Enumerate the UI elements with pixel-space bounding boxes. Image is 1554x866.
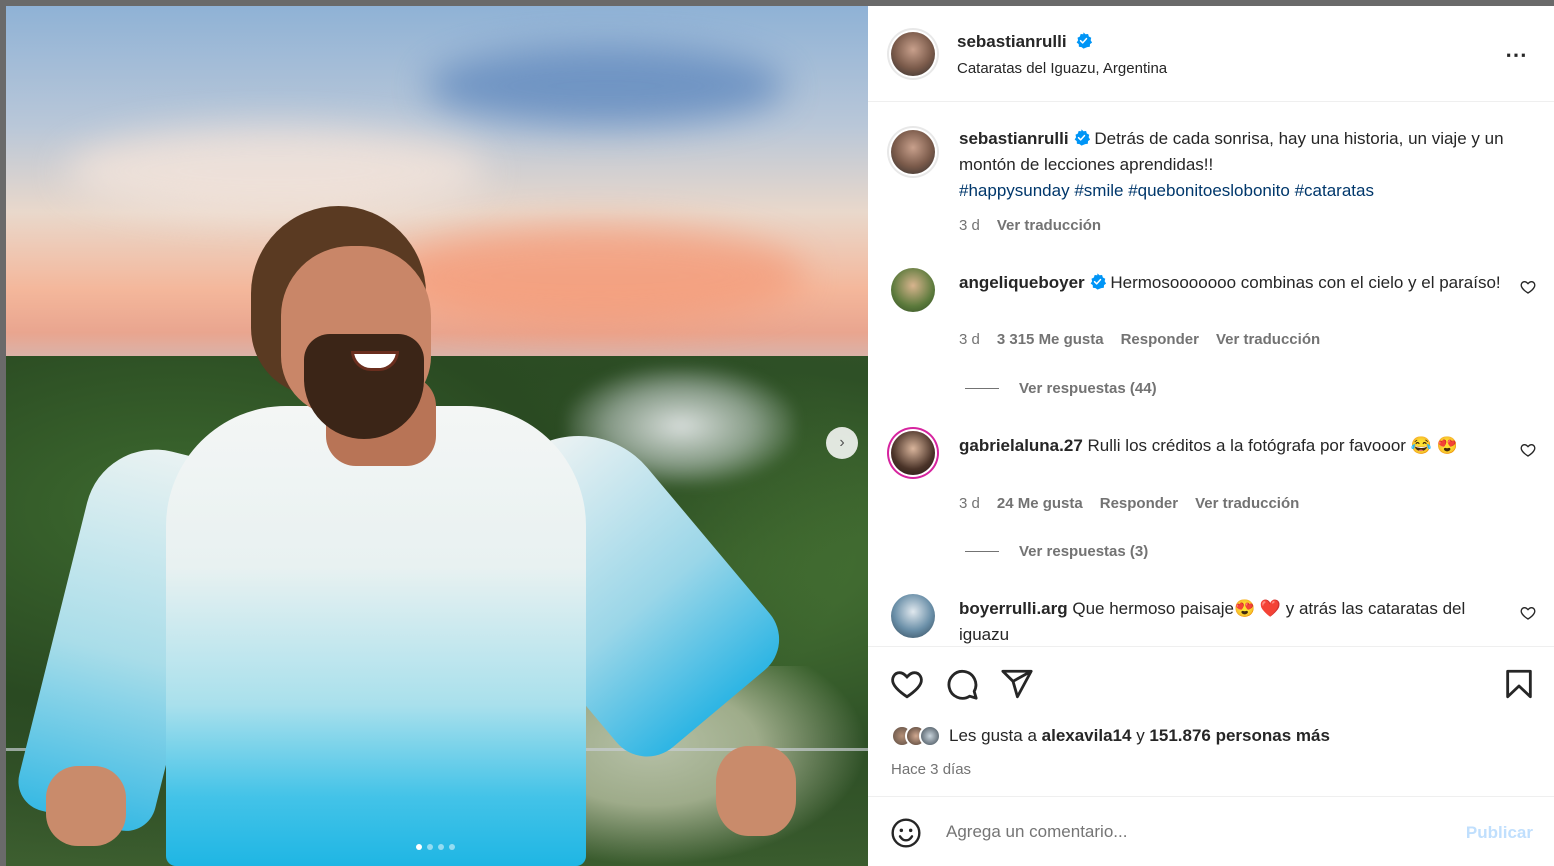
comment-meta: 3 d 24 Me gusta Responder Ver traducción bbox=[959, 495, 1299, 512]
heart-icon[interactable] bbox=[1520, 279, 1536, 295]
hashtag-link[interactable]: #smile bbox=[1074, 181, 1123, 200]
comment-age: 3 d bbox=[959, 495, 980, 512]
likes-summary[interactable]: Les gusta a alexavila14 y 151.876 person… bbox=[891, 725, 1330, 747]
post-header: sebastianrulli Cataratas del Iguazu, Arg… bbox=[868, 6, 1554, 102]
carousel-dot bbox=[416, 844, 422, 850]
verified-badge-icon bbox=[1090, 273, 1106, 290]
comment-username[interactable]: angeliqueboyer bbox=[959, 273, 1085, 292]
view-replies-label: Ver respuestas (3) bbox=[1019, 543, 1149, 560]
reply-link[interactable]: Responder bbox=[1100, 495, 1178, 512]
translate-link[interactable]: Ver traducción bbox=[1195, 495, 1299, 512]
post-date[interactable]: Hace 3 días bbox=[891, 761, 971, 778]
comment-age: 3 d bbox=[959, 331, 980, 348]
person-figure bbox=[12, 206, 806, 866]
comment-text: angeliqueboyer Hermosooooooo combinas co… bbox=[959, 270, 1504, 296]
replies-divider bbox=[965, 551, 999, 552]
likes-count-link[interactable]: 151.876 personas más bbox=[1149, 726, 1330, 746]
comment-meta: 3 d 3 315 Me gusta Responder Ver traducc… bbox=[959, 331, 1320, 348]
heart-icon[interactable] bbox=[1520, 605, 1536, 621]
post-location[interactable]: Cataratas del Iguazu, Argentina bbox=[957, 60, 1167, 77]
author-username[interactable]: sebastianrulli bbox=[957, 32, 1067, 51]
comment-likes-link[interactable]: 24 Me gusta bbox=[997, 495, 1083, 512]
liker-avatar bbox=[919, 725, 941, 747]
hashtag-link[interactable]: #cataratas bbox=[1295, 181, 1374, 200]
comment-body: Rulli los créditos a la fotógrafa por fa… bbox=[1087, 436, 1458, 455]
caption-username[interactable]: sebastianrulli bbox=[959, 129, 1069, 148]
view-replies-button[interactable]: Ver respuestas (3) bbox=[965, 543, 1148, 560]
carousel-dot bbox=[449, 844, 455, 850]
share-paper-plane-icon[interactable] bbox=[1000, 667, 1034, 701]
comment-text: boyerrulli.arg Que hermoso paisaje😍 ❤️ y… bbox=[959, 596, 1504, 648]
commenter-avatar[interactable] bbox=[891, 431, 935, 475]
author-line: sebastianrulli bbox=[957, 32, 1093, 52]
comments-list[interactable]: sebastianrulli Detrás de cada sonrisa, h… bbox=[868, 103, 1554, 648]
sky-cloud bbox=[426, 46, 786, 126]
emoji-smiley-icon[interactable] bbox=[890, 817, 922, 849]
comment-likes-link[interactable]: 3 315 Me gusta bbox=[997, 331, 1104, 348]
translate-link[interactable]: Ver traducción bbox=[1216, 331, 1320, 348]
comment-text: gabrielaluna.27 Rulli los créditos a la … bbox=[959, 433, 1504, 459]
caption-meta: 3 d Ver traducción bbox=[959, 217, 1101, 234]
reply-link[interactable]: Responder bbox=[1121, 331, 1199, 348]
like-heart-icon[interactable] bbox=[890, 667, 924, 701]
hashtag-link[interactable]: #quebonitoeslobonito bbox=[1128, 181, 1290, 200]
hashtag-link[interactable]: #happysunday bbox=[959, 181, 1070, 200]
view-replies-label: Ver respuestas (44) bbox=[1019, 380, 1157, 397]
linen-shirt bbox=[166, 406, 586, 866]
author-avatar[interactable] bbox=[891, 130, 935, 174]
carousel-next-button[interactable]: › bbox=[826, 427, 858, 459]
replies-divider bbox=[965, 388, 999, 389]
sky-cloud bbox=[66, 126, 486, 216]
carousel-dot bbox=[438, 844, 444, 850]
comment-input[interactable] bbox=[946, 822, 1396, 842]
comment-username[interactable]: boyerrulli.arg bbox=[959, 599, 1068, 618]
more-options-icon[interactable]: ⋯ bbox=[1505, 42, 1528, 68]
view-replies-button[interactable]: Ver respuestas (44) bbox=[965, 380, 1157, 397]
post-actions: Les gusta a alexavila14 y 151.876 person… bbox=[868, 646, 1554, 796]
comment-username[interactable]: gabrielaluna.27 bbox=[959, 436, 1083, 455]
verified-badge-icon bbox=[1074, 129, 1090, 146]
right-hand bbox=[716, 746, 796, 836]
heart-icon[interactable] bbox=[1520, 442, 1536, 458]
commenter-avatar[interactable] bbox=[891, 594, 935, 638]
carousel-dots bbox=[416, 844, 455, 850]
author-avatar[interactable] bbox=[891, 32, 935, 76]
verified-badge-icon bbox=[1076, 32, 1093, 49]
post-photo[interactable]: › bbox=[6, 6, 868, 866]
commenter-avatar[interactable] bbox=[891, 268, 935, 312]
add-comment-bar: Publicar bbox=[868, 796, 1554, 866]
publish-button[interactable]: Publicar bbox=[1466, 823, 1533, 843]
save-bookmark-icon[interactable] bbox=[1502, 667, 1536, 701]
post-details-panel: sebastianrulli Cataratas del Iguazu, Arg… bbox=[868, 6, 1554, 866]
likes-user-link[interactable]: alexavila14 bbox=[1042, 726, 1132, 746]
carousel-dot bbox=[427, 844, 433, 850]
comment-body: Hermosooooooo combinas con el cielo y el… bbox=[1110, 273, 1501, 292]
caption-age: 3 d bbox=[959, 217, 980, 234]
caption-text: sebastianrulli Detrás de cada sonrisa, h… bbox=[959, 126, 1504, 204]
left-hand bbox=[46, 766, 126, 846]
translate-link[interactable]: Ver traducción bbox=[997, 217, 1101, 234]
comment-bubble-icon[interactable] bbox=[945, 667, 979, 701]
likes-joiner: y bbox=[1136, 726, 1145, 745]
likes-prefix: Les gusta a bbox=[949, 726, 1037, 745]
chevron-right-icon: › bbox=[839, 434, 845, 451]
